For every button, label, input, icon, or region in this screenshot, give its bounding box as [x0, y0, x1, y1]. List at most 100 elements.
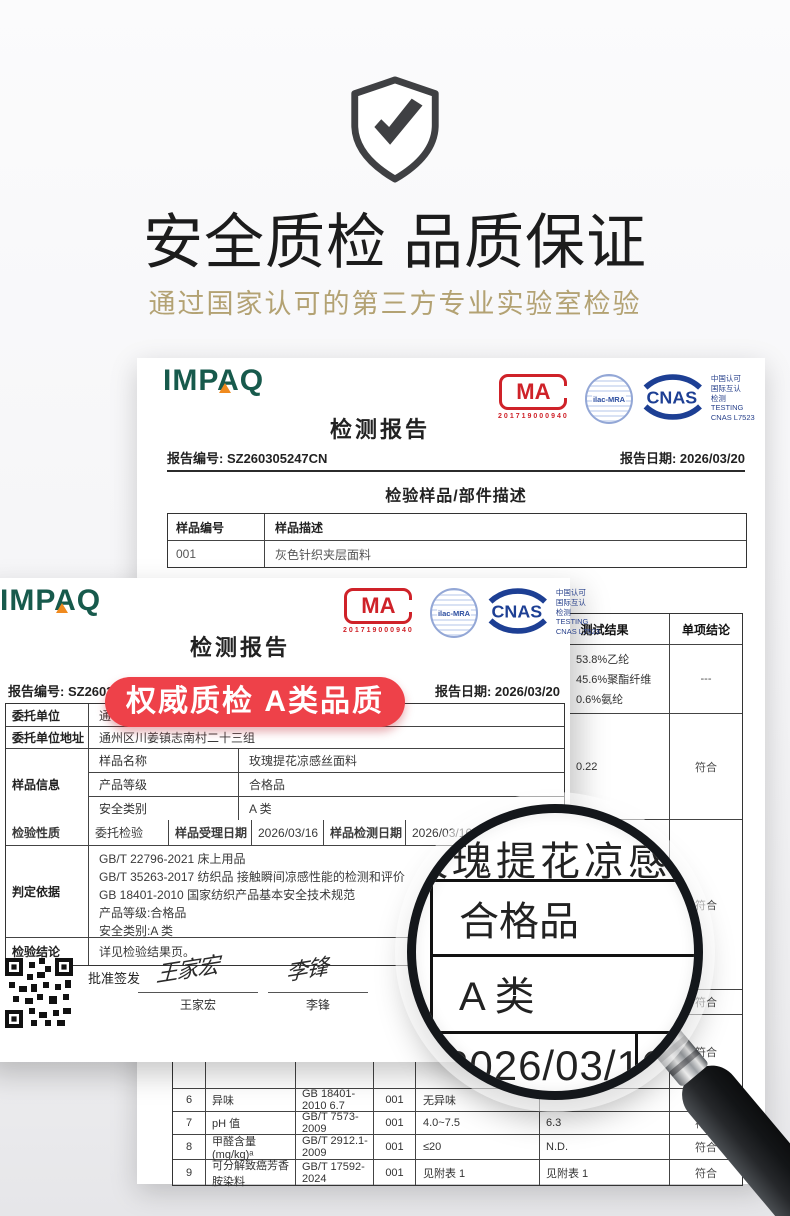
report-number-label: 报告编号: — [8, 684, 64, 699]
col-sample-desc: 样品描述 — [265, 519, 746, 536]
signature-1-line — [138, 992, 258, 993]
sample-name-row: 样品名称 玫瑰提花凉感丝面料 — [89, 749, 564, 772]
safety-class-label: 安全类别 — [89, 797, 239, 820]
limit-cell: 4.0~7.5 — [416, 1112, 540, 1134]
item-cell: 异味 — [206, 1089, 296, 1111]
sample-cell: 001 — [374, 1089, 416, 1111]
table-row: 7 pH 值 GB/T 7573-2009 001 4.0~7.5 6.3 符合 — [173, 1111, 742, 1134]
row-no-cell: 7 — [173, 1112, 206, 1134]
page-subtitle: 通过国家认可的第三方专业实验室检验 — [0, 282, 790, 321]
cma-icon: MA — [344, 588, 412, 624]
impaq-logo-triangle-icon — [219, 383, 231, 393]
signature-2-line — [268, 992, 368, 993]
sample-name-label: 样品名称 — [89, 749, 239, 772]
grade-label: 产品等级 — [89, 773, 239, 796]
approval-label: 批准签发 — [88, 968, 140, 987]
sample-description-table: 样品编号 样品描述 001 灰色针织夹层面料 — [167, 513, 747, 568]
col-conclusion: 单项结论 — [670, 614, 742, 644]
method-cell: GB 18401-2010 6.7 — [296, 1089, 374, 1111]
cnas-line: CNAS L7523 — [711, 413, 765, 423]
limit-cell: 见附表 1 — [416, 1160, 540, 1185]
report-meta-row: 报告编号: SZ260305247CN 报告日期: 2026/03/20 — [167, 448, 745, 467]
report-date-value: 2026/03/20 — [495, 684, 560, 699]
result-cell: 见附表 1 — [540, 1160, 670, 1185]
grade-value: 合格品 — [239, 773, 564, 796]
sample-desc-cell: 灰色针织夹层面料 — [265, 546, 746, 563]
col-sample-no: 样品编号 — [168, 514, 265, 540]
received-date-value: 2026/03/16 — [252, 820, 324, 845]
cnas-label: CNAS — [647, 388, 698, 408]
tested-date-label: 样品检测日期 — [324, 820, 406, 845]
table-header-row: 样品编号 样品描述 — [168, 514, 746, 540]
divider — [167, 470, 745, 472]
cnas-cert-text: 中国认可 国际互认 检测 TESTING CNAS L7523 — [556, 588, 610, 637]
magnifier-lens: 玫瑰提花凉感丝 合格品 A 类 2026/03/16 — [407, 804, 703, 1100]
cnas-label: CNAS — [492, 602, 543, 622]
page-title: 安全质检 品质保证 — [0, 194, 790, 281]
table-row: 6 异味 GB 18401-2010 6.7 001 无异味 — [173, 1088, 742, 1111]
sample-cell: 001 — [374, 1112, 416, 1134]
ilac-mra-badge: ilac-MRA — [585, 374, 633, 424]
item-cell: 甲醛含量(mg/kg)ᵃ — [206, 1135, 296, 1159]
cma-gap — [407, 600, 413, 612]
sample-info-label: 样品信息 — [6, 749, 89, 820]
magnified-grade: 合格品 — [430, 879, 703, 957]
cnas-badge: CNAS — [483, 588, 551, 634]
report-number-value: SZ260305247CN — [227, 451, 327, 466]
conclusion-cell: 符合 — [670, 714, 742, 819]
cnas-line: 中国认可 — [711, 374, 765, 384]
signature-1-name: 王家宏 — [138, 996, 258, 1013]
item-cell: 可分解致癌芳香胺染料 — [206, 1160, 296, 1185]
nature-value: 委托检验 — [89, 820, 169, 845]
ilac-mra-badge: ilac-MRA — [430, 588, 478, 638]
cma-icon: MA — [499, 374, 567, 410]
cnas-line: 检测 — [711, 394, 765, 404]
ilac-mra-label: ilac-MRA — [592, 394, 626, 405]
method-cell: GB/T 17592-2024 — [296, 1160, 374, 1185]
impaq-logo-text: IMPAQ — [0, 584, 101, 617]
cnas-line: 国际互认 — [556, 598, 610, 608]
cnas-line: 中国认可 — [556, 588, 610, 598]
sample-cell: 001 — [374, 1160, 416, 1185]
impaq-logo: IMPAQ — [0, 584, 101, 618]
cma-badge: MA 201719000940 — [332, 588, 425, 634]
cnas-badge: CNAS — [638, 374, 706, 420]
item-cell: pH 值 — [206, 1112, 296, 1134]
result-cell: N.D. — [540, 1135, 670, 1159]
nature-label: 检验性质 — [6, 820, 89, 845]
method-cell: GB/T 2912.1-2009 — [296, 1135, 374, 1159]
ilac-mra-label: ilac-MRA — [437, 608, 471, 619]
conclusion-cell: --- — [670, 645, 742, 713]
cma-label: MA — [361, 593, 395, 619]
quality-badge: 权威质检 A类品质 — [105, 677, 405, 727]
grade-row: 产品等级 合格品 — [89, 772, 564, 796]
basis-label: 判定依据 — [6, 846, 89, 937]
sample-info-rows: 样品名称 玫瑰提花凉感丝面料 产品等级 合格品 安全类别 A 类 — [89, 749, 564, 820]
shield-check-icon — [345, 76, 445, 184]
report-number-label: 报告编号: — [167, 451, 223, 466]
report-title: 检测报告 — [90, 630, 390, 662]
cnas-line: 检测 — [556, 608, 610, 618]
address-label: 委托单位地址 — [6, 727, 89, 748]
table-row: 9 可分解致癌芳香胺染料 GB/T 17592-2024 001 见附表 1 见… — [173, 1159, 742, 1185]
fiber-line: 53.8%乙纶 — [576, 650, 669, 670]
report-date: 报告日期: 2026/03/20 — [620, 448, 745, 467]
signature-2-script: 李锋 — [285, 948, 328, 987]
sample-no-cell: 001 — [168, 541, 265, 567]
method-cell: GB/T 7573-2009 — [296, 1112, 374, 1134]
cnas-cert-text: 中国认可 国际互认 检测 TESTING CNAS L7523 — [711, 374, 765, 423]
qr-code — [5, 958, 73, 1028]
address-row: 委托单位地址 通州区川姜镇志南村二十三组 — [6, 726, 564, 748]
report-date-label: 报告日期: — [435, 684, 491, 699]
signature-2-name: 李锋 — [268, 996, 368, 1013]
received-date-label: 样品受理日期 — [169, 820, 252, 845]
address-value: 通州区川姜镇志南村二十三组 — [89, 727, 564, 748]
row-no-cell: 6 — [173, 1089, 206, 1111]
row-no-cell: 9 — [173, 1160, 206, 1185]
magnified-safety-class: A 类 — [430, 954, 703, 1034]
cnas-line: TESTING — [711, 403, 765, 413]
cma-label: MA — [516, 379, 550, 405]
report-date: 报告日期: 2026/03/20 — [435, 681, 560, 700]
section-title: 检验样品/部件描述 — [167, 482, 745, 506]
magnified-date: 2026/03/16 — [430, 1031, 638, 1100]
